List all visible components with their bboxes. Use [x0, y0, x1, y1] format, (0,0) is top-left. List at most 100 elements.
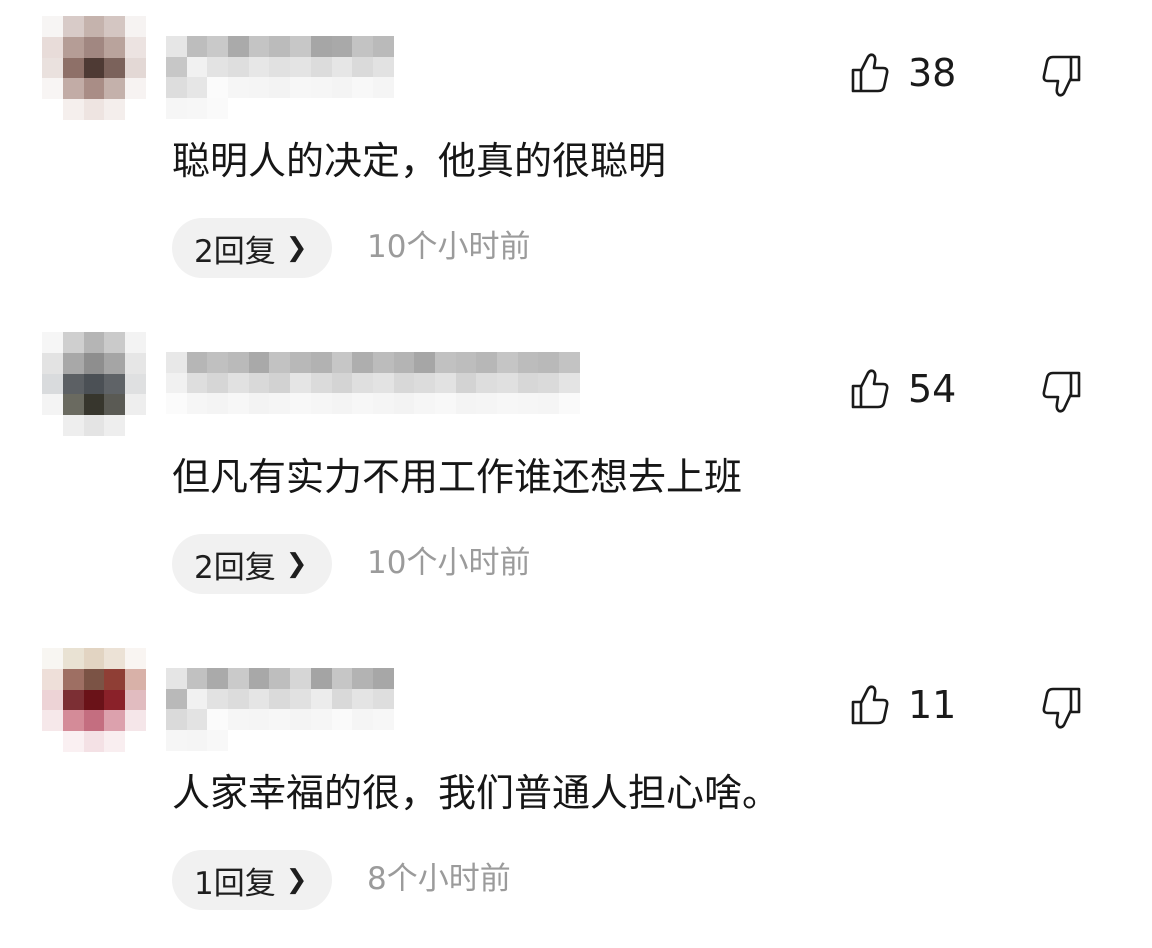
username-pixel	[331, 352, 353, 373]
avatar-pixel	[125, 415, 146, 436]
comment-text: 人家幸福的很，我们普通人担心啥。	[172, 771, 781, 815]
username-pixel	[538, 372, 560, 394]
avatar-pixel	[83, 78, 105, 100]
comment-timestamp: 10个小时前	[367, 545, 531, 581]
username-pixel	[207, 730, 229, 751]
like-count: 54	[908, 367, 957, 411]
comment-item: 38 聪明人的决定，他真的很聪明 2回复 ❯ 10个小时前	[0, 16, 1152, 316]
username-pixel	[269, 352, 291, 373]
avatar-pixel	[62, 16, 84, 37]
thumbs-down-icon	[1042, 371, 1081, 413]
avatar[interactable]	[42, 648, 146, 752]
username-pixel	[207, 393, 229, 415]
username-pixel	[393, 372, 415, 394]
username-pixel	[290, 688, 311, 710]
like-button[interactable]	[850, 368, 890, 410]
avatar-pixel	[42, 352, 63, 374]
like-button[interactable]	[850, 52, 890, 94]
avatar[interactable]	[42, 332, 146, 436]
username-pixel	[331, 372, 353, 394]
avatar-pixel	[83, 99, 105, 120]
username-pixel	[166, 372, 187, 394]
username-pixel	[269, 56, 291, 78]
username-pixel	[290, 393, 311, 415]
username-pixel	[476, 352, 497, 373]
username-pixel	[166, 36, 187, 57]
username-pixel	[455, 393, 477, 415]
username-pixel	[372, 393, 394, 415]
comment-text: 聪明人的决定，他真的很聪明	[172, 139, 667, 183]
comment-item: 54 但凡有实力不用工作谁还想去上班 2回复 ❯ 10个小时前	[0, 332, 1152, 632]
username-pixel	[248, 372, 270, 394]
username-pixel	[538, 352, 560, 373]
username-pixel	[352, 352, 373, 373]
avatar-pixel	[104, 99, 126, 120]
avatar-pixel	[83, 16, 105, 37]
username-pixel	[310, 352, 332, 373]
avatar-pixel	[104, 332, 126, 353]
username-pixel	[207, 709, 229, 731]
view-replies-button[interactable]: 1回复 ❯	[172, 850, 332, 910]
username-pixel	[186, 36, 208, 57]
username-pixel	[559, 352, 580, 373]
chevron-right-icon: ❯	[285, 865, 308, 895]
username-pixel	[166, 56, 187, 78]
avatar-pixel	[62, 648, 84, 669]
avatar-pixel	[42, 415, 63, 436]
comment-timestamp: 10个小时前	[367, 229, 531, 265]
username-pixel	[248, 56, 270, 78]
avatar-pixel	[104, 394, 126, 416]
username-pixel	[228, 709, 249, 731]
username-pixel	[207, 77, 229, 99]
view-replies-button[interactable]: 2回复 ❯	[172, 534, 332, 594]
username-pixel	[372, 709, 394, 731]
username-pixel	[186, 77, 208, 99]
username-pixelated[interactable]	[166, 352, 580, 415]
dislike-button[interactable]	[1040, 686, 1082, 730]
username-pixel	[352, 709, 373, 731]
username-pixel	[186, 709, 208, 731]
username-pixel	[207, 372, 229, 394]
avatar-pixel	[62, 689, 84, 711]
username-pixel	[372, 352, 394, 373]
username-pixel	[186, 668, 208, 689]
username-pixelated[interactable]	[166, 36, 414, 119]
username-pixel	[248, 668, 270, 689]
username-pixel	[290, 668, 311, 689]
username-pixel	[248, 352, 270, 373]
thumbs-up-icon	[851, 369, 889, 409]
username-pixel	[331, 709, 353, 731]
username-pixel	[455, 352, 477, 373]
avatar-pixel	[83, 415, 105, 436]
username-pixel	[310, 77, 332, 99]
username-pixel	[228, 36, 249, 57]
thumbs-down-icon	[1042, 687, 1081, 729]
username-pixel	[434, 352, 456, 373]
username-pixel	[372, 688, 394, 710]
avatar-pixel	[62, 57, 84, 79]
avatar-pixel	[62, 36, 84, 58]
username-pixel	[207, 688, 229, 710]
username-pixel	[559, 393, 580, 415]
username-pixelated[interactable]	[166, 668, 414, 751]
username-pixel	[497, 393, 518, 415]
avatar-pixel	[83, 648, 105, 669]
avatar-pixel	[104, 57, 126, 79]
username-pixel	[352, 36, 373, 57]
username-pixel	[352, 393, 373, 415]
username-pixel	[352, 372, 373, 394]
view-replies-button[interactable]: 2回复 ❯	[172, 218, 332, 278]
username-pixel	[207, 36, 229, 57]
dislike-button[interactable]	[1040, 370, 1082, 414]
username-pixel	[207, 98, 229, 119]
avatar-pixel	[104, 710, 126, 732]
username-pixel	[455, 372, 477, 394]
avatar-pixel	[42, 99, 63, 120]
username-pixel	[352, 56, 373, 78]
avatar[interactable]	[42, 16, 146, 120]
like-button[interactable]	[850, 684, 890, 726]
username-pixel	[331, 56, 353, 78]
username-pixel	[269, 709, 291, 731]
avatar-pixel	[42, 36, 63, 58]
dislike-button[interactable]	[1040, 54, 1082, 98]
